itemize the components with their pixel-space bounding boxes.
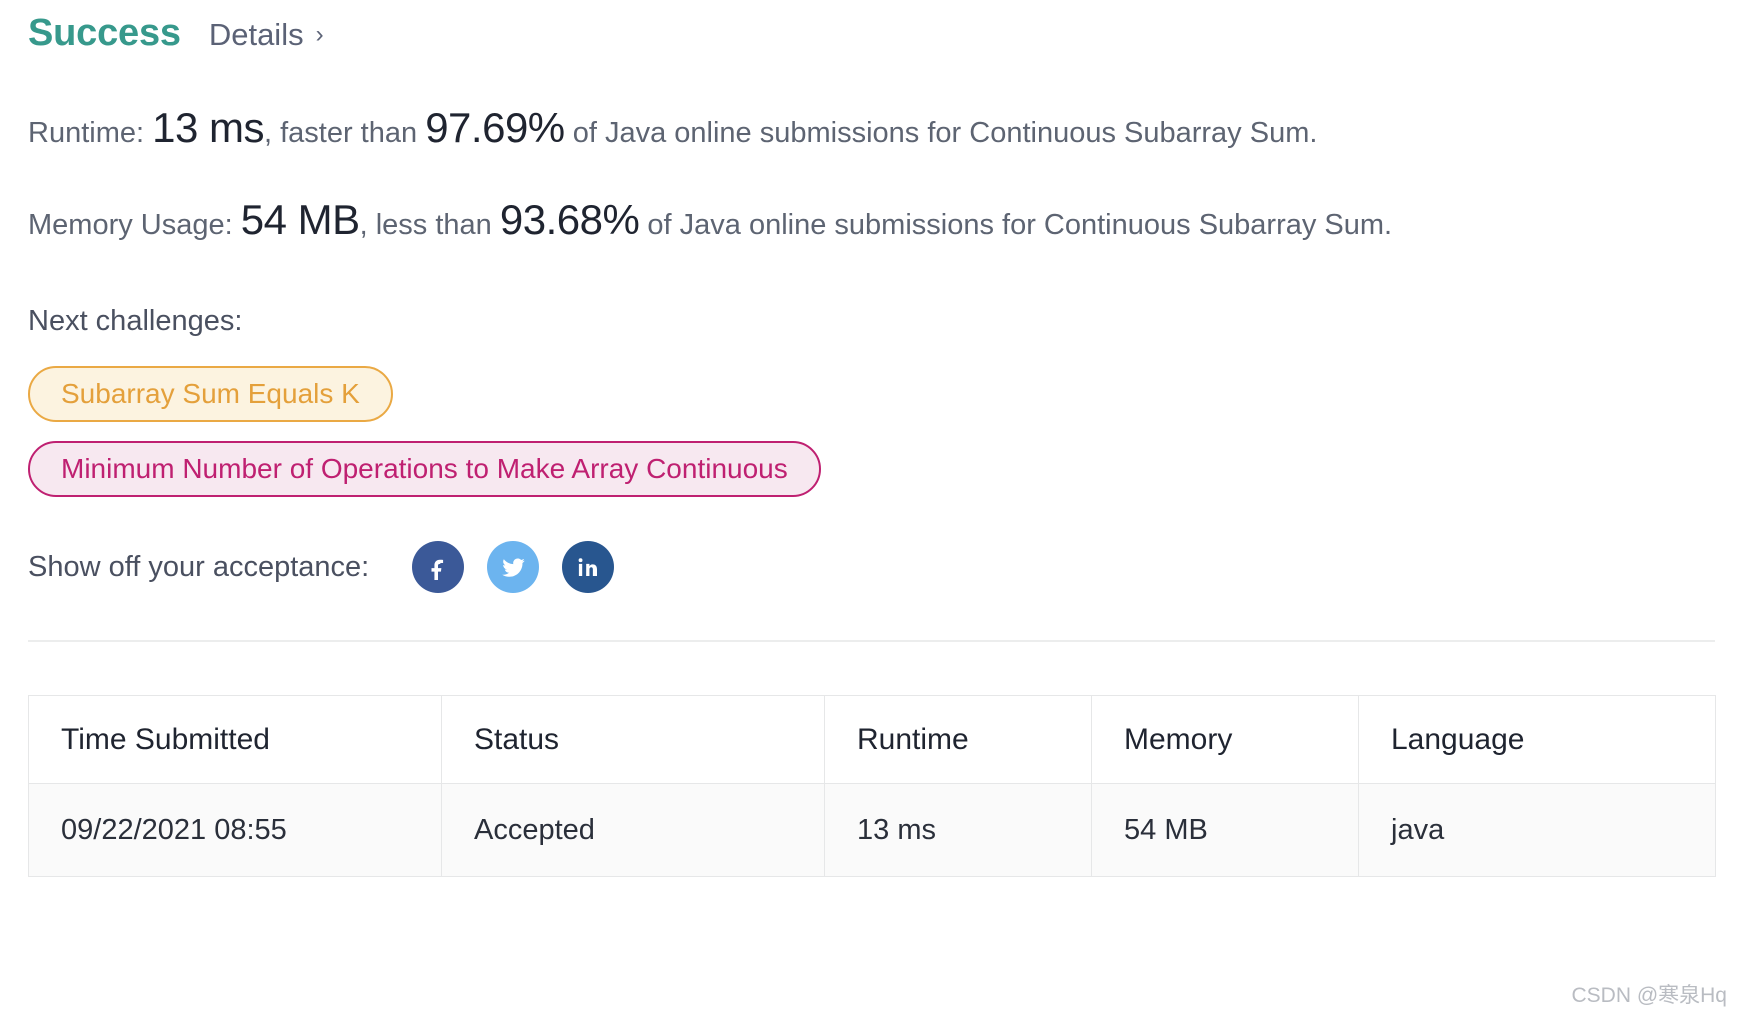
runtime-suffix: of Java online submissions for Continuou…	[573, 117, 1318, 149]
chevron-right-icon: ›	[316, 23, 324, 47]
share-label: Show off your acceptance:	[28, 551, 369, 584]
column-header-language[interactable]: Language	[1359, 696, 1716, 784]
runtime-percent: 97.69%	[425, 104, 564, 151]
watermark: CSDN @寒泉Hq	[1571, 979, 1727, 1009]
cell-time-submitted: 09/22/2021 08:55	[29, 784, 442, 877]
column-header-runtime[interactable]: Runtime	[825, 696, 1092, 784]
social-icon-group	[412, 541, 614, 593]
cell-language: java	[1359, 784, 1716, 877]
submissions-table: Time Submitted Status Runtime Memory Lan…	[28, 695, 1716, 877]
memory-prefix: Memory Usage:	[28, 209, 233, 241]
page-title: Success	[28, 12, 181, 55]
submission-result-page: Success Details › Runtime: 13 ms, faster…	[0, 0, 1743, 1017]
memory-comparator: , less than	[360, 209, 492, 241]
runtime-value: 13 ms	[152, 104, 264, 151]
cell-memory: 54 MB	[1092, 784, 1359, 877]
column-header-time-submitted[interactable]: Time Submitted	[29, 696, 442, 784]
facebook-icon[interactable]	[412, 541, 464, 593]
next-challenges-list: Subarray Sum Equals K Minimum Number of …	[28, 366, 1715, 497]
section-divider	[28, 640, 1715, 642]
cell-runtime: 13 ms	[825, 784, 1092, 877]
column-header-status[interactable]: Status	[442, 696, 825, 784]
submissions-table-body: 09/22/2021 08:55 Accepted 13 ms 54 MB ja…	[29, 784, 1716, 877]
runtime-comparator: , faster than	[264, 117, 417, 149]
runtime-prefix: Runtime:	[28, 117, 144, 149]
memory-suffix: of Java online submissions for Continuou…	[647, 209, 1392, 241]
cell-status[interactable]: Accepted	[442, 784, 825, 877]
runtime-stat-line: Runtime: 13 ms, faster than 97.69% of Ja…	[28, 107, 1715, 149]
submissions-table-head: Time Submitted Status Runtime Memory Lan…	[29, 696, 1716, 784]
memory-percent: 93.68%	[500, 196, 639, 243]
linkedin-icon[interactable]	[562, 541, 614, 593]
column-header-memory[interactable]: Memory	[1092, 696, 1359, 784]
table-header-row: Time Submitted Status Runtime Memory Lan…	[29, 696, 1716, 784]
table-row[interactable]: 09/22/2021 08:55 Accepted 13 ms 54 MB ja…	[29, 784, 1716, 877]
challenge-tag-subarray-sum-equals-k[interactable]: Subarray Sum Equals K	[28, 366, 393, 422]
share-row: Show off your acceptance:	[28, 541, 1715, 593]
next-challenges-label: Next challenges:	[28, 305, 1715, 338]
memory-stat-line: Memory Usage: 54 MB, less than 93.68% of…	[28, 199, 1715, 241]
details-link[interactable]: Details ›	[209, 17, 324, 53]
memory-value: 54 MB	[241, 196, 360, 243]
twitter-icon[interactable]	[487, 541, 539, 593]
status-header: Success Details ›	[28, 0, 1715, 60]
details-link-label: Details	[209, 17, 304, 53]
challenge-tag-minimum-number-of-operations[interactable]: Minimum Number of Operations to Make Arr…	[28, 441, 821, 497]
